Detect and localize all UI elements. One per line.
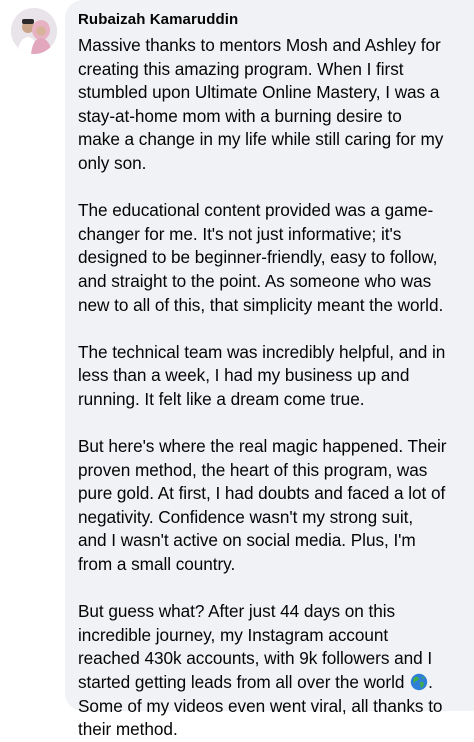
comment-line: new to all of this, that simplicity mean… — [78, 294, 444, 315]
comment-line: running. It felt like a dream come true. — [78, 388, 365, 409]
comment-line: But guess what? After just 44 days on th… — [78, 601, 396, 622]
comment-bubble: Rubaizah Kamaruddin Massive thanks to me… — [65, 0, 474, 739]
comment-paragraph: But here's where the real magic happened… — [78, 435, 462, 577]
comment-line: pure gold. At first, I had doubts and fa… — [78, 483, 446, 504]
comment-line: stay-at-home mom with a burning desire t… — [78, 105, 402, 126]
comment-line: and I wasn't active on social media. Plu… — [78, 530, 416, 551]
comment-line: their method. — [78, 719, 178, 740]
comment-line: incredible journey, my Instagram account — [78, 624, 389, 645]
comment-paragraph: The educational content provided was a g… — [78, 199, 462, 317]
comment-author[interactable]: Rubaizah Kamaruddin — [78, 10, 462, 30]
avatar[interactable] — [11, 8, 57, 54]
comment-line: Massive thanks to mentors Mosh and Ashle… — [78, 35, 441, 55]
comment-line: negativity. Confidence wasn't my strong … — [78, 506, 414, 527]
comment-line: make a change in my life while still car… — [78, 129, 444, 150]
comment-line: But here's where the real magic happened… — [78, 436, 447, 457]
comment-line: Some of my videos even went viral, all t… — [78, 695, 443, 716]
comment-line: and straight to the point. As someone wh… — [78, 270, 432, 291]
globe-emoji-icon — [410, 673, 428, 691]
comment-line: designed to be beginner-friendly, easy t… — [78, 247, 438, 268]
comment-line: started getting leads from all over the … — [78, 672, 433, 693]
comment-line: The educational content provided was a g… — [78, 200, 434, 221]
comment-line: from a small country. — [78, 554, 236, 575]
comment-paragraph: Massive thanks to mentors Mosh and Ashle… — [78, 34, 462, 176]
trailing-punctuation: . — [428, 672, 433, 693]
comment-line: only son. — [78, 152, 147, 173]
comment-line: less than a week, I had my business up a… — [78, 365, 410, 386]
comment-line: changer for me. It's not just informativ… — [78, 223, 402, 244]
comment-line: creating this amazing program. When I fi… — [78, 58, 404, 79]
comment-paragraph: But guess what? After just 44 days on th… — [78, 600, 462, 742]
comment-paragraph: The technical team was incredibly helpfu… — [78, 341, 462, 412]
comment-line: proven method, the heart of this program… — [78, 459, 428, 480]
comment-line: reached 430k accounts, with 9k followers… — [78, 648, 433, 669]
comment-line: stumbled upon Ultimate Online Mastery, I… — [78, 82, 440, 103]
comment-body: Massive thanks to mentors Mosh and Ashle… — [78, 34, 462, 742]
comment-line: The technical team was incredibly helpfu… — [78, 341, 446, 362]
avatar-image — [11, 8, 57, 54]
